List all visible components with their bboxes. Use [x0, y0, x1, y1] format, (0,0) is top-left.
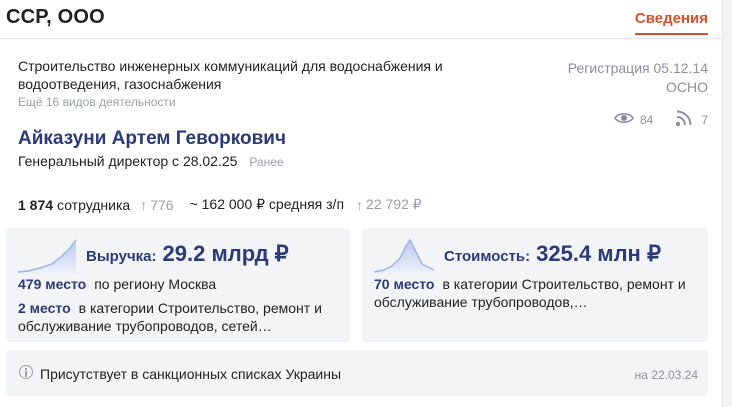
sanctions-notice[interactable]: Присутствует в санкционных списках Украи…: [6, 350, 708, 396]
director-position: Генеральный директор с 28.02.25 Ранее: [18, 153, 284, 169]
tab-details[interactable]: Сведения: [634, 10, 708, 35]
tax-system: ОСНО: [666, 79, 708, 95]
revenue-rank-category: 2 место в категории Строительство, ремонт…: [18, 299, 336, 335]
card-stats: 84 7: [614, 109, 708, 130]
employees-count: 1 874: [18, 196, 54, 213]
employees-label: сотрудника: [57, 196, 131, 213]
revenue-metric: Выручка: 29.2 млрд ₽: [86, 241, 289, 267]
revenue-rank-region: 479 место по региону Москва: [18, 275, 336, 293]
revenue-value: 29.2 млрд ₽: [162, 241, 289, 266]
earlier-directors-link[interactable]: Ранее: [249, 155, 283, 169]
employees-line: 1 874 сотрудника ↑ 776 ~ 162 000 ₽ средн…: [18, 196, 422, 213]
revenue-sparkline-icon: [18, 239, 77, 274]
info-icon: [19, 365, 33, 379]
registration-info: Регистрация 05.12.14 ОСНО: [568, 59, 708, 97]
value-sparkline-icon: [374, 238, 434, 274]
value-amount: 325.4 млн ₽: [536, 241, 661, 266]
director-position-text: Генеральный директор с 28.02.25: [18, 153, 238, 169]
views-count: 84: [639, 112, 654, 127]
company-card: ССР, ООО Сведения Строительство инженерн…: [0, 0, 723, 407]
average-salary: ~ 162 000 ₽ средняя з/п: [189, 196, 345, 212]
salary-reference: 22 792 ₽: [366, 196, 422, 212]
revenue-label: Выручка:: [86, 248, 157, 265]
card-header: ССР, ООО Сведения: [0, 0, 722, 39]
employees-change: 776: [150, 196, 174, 213]
rank-place: 2 место: [18, 300, 71, 316]
value-block[interactable]: Стоимость: 325.4 млн ₽ 70 место в категор…: [362, 228, 708, 342]
rank-text: по региону Москва: [94, 276, 217, 292]
director-name[interactable]: Айказуни Артем Геворкович: [18, 128, 286, 150]
rss-icon[interactable]: [675, 109, 695, 130]
revenue-block[interactable]: Выручка: 29.2 млрд ₽ 479 место по региону…: [6, 228, 350, 342]
rank-place: 479 место: [18, 276, 87, 292]
value-metric: Стоимость: 325.4 млн ₽: [444, 241, 661, 267]
arrow-up-icon: ↑: [140, 196, 148, 213]
subscribers-count: 7: [701, 112, 708, 127]
value-rank-category: 70 место в категории Строительство, ремон…: [374, 275, 696, 311]
sanctions-date: на 22.03.24: [634, 368, 698, 382]
registration-date: Регистрация 05.12.14: [567, 60, 708, 76]
more-activities-link[interactable]: Ещё 16 видов деятельности: [18, 95, 176, 109]
arrow-up-icon: ↑: [356, 196, 364, 213]
value-label: Стоимость:: [444, 248, 531, 265]
rank-place: 70 место: [374, 276, 435, 292]
main-activity: Строительство инженерных коммуникаций дл…: [18, 58, 443, 92]
company-name[interactable]: ССР, ООО: [6, 6, 105, 29]
sanctions-text: Присутствует в санкционных списках Украи…: [40, 366, 342, 382]
eye-icon: [614, 111, 634, 128]
